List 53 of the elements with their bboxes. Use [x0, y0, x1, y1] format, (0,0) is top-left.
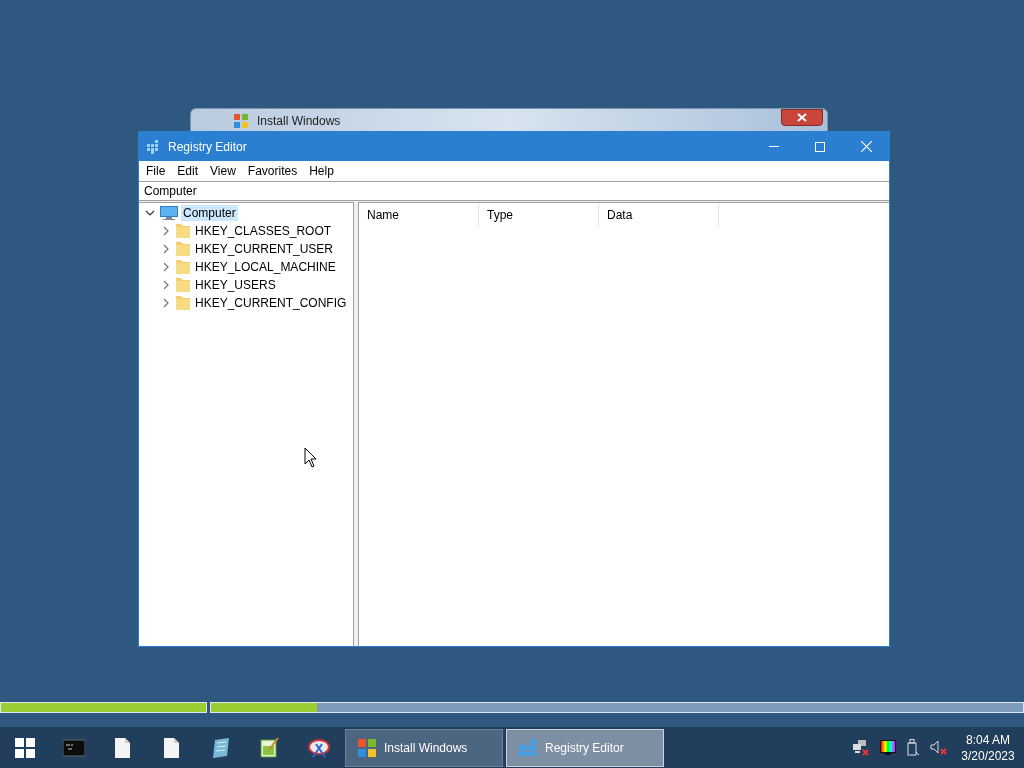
expand-chevron-icon[interactable] — [161, 298, 171, 308]
column-header[interactable]: Type — [479, 203, 599, 227]
clock-time[interactable]: 8:04 AM — [966, 731, 1010, 748]
windows-logo-icon — [233, 113, 249, 129]
expand-chevron-icon[interactable] — [161, 244, 171, 254]
menu-item[interactable]: Help — [303, 161, 340, 181]
menu-item[interactable]: Edit — [171, 161, 205, 181]
notepad-icon — [210, 737, 231, 758]
cursor-icon — [304, 447, 317, 468]
tree-item[interactable]: Computer — [181, 205, 238, 221]
tree-item[interactable]: HKEY_USERS — [193, 277, 278, 293]
close-icon — [797, 113, 807, 122]
minimize-icon — [769, 146, 779, 147]
folder-icon — [176, 241, 190, 257]
column-header[interactable]: Data — [599, 203, 719, 227]
registry-icon — [147, 139, 161, 154]
document-icon — [163, 737, 180, 758]
network-error-icon — [852, 739, 870, 756]
folder-icon — [176, 295, 190, 311]
folder-icon — [176, 259, 190, 275]
menu-item[interactable]: View — [204, 161, 242, 181]
document-icon — [114, 737, 131, 758]
address-field[interactable]: Computer — [139, 182, 197, 200]
muted-speaker-icon — [930, 740, 948, 755]
tree-item[interactable]: HKEY_CURRENT_USER — [193, 241, 336, 257]
column-header[interactable]: Name — [359, 203, 479, 227]
terminal-icon — [62, 737, 85, 758]
expand-chevron-icon[interactable] — [161, 280, 171, 290]
menu-item[interactable]: File — [140, 161, 172, 181]
windows-logo-icon — [14, 737, 35, 758]
taskbar-button[interactable]: Install Windows — [345, 728, 503, 767]
window-title: Install Windows — [257, 114, 341, 128]
close-icon — [860, 141, 872, 152]
folder-icon — [176, 277, 190, 293]
window-title: Registry Editor — [168, 138, 247, 156]
usb-drive-icon — [906, 739, 920, 756]
maximize-icon — [815, 141, 825, 152]
collapse-chevron-icon[interactable] — [145, 208, 155, 218]
windows-flag-icon — [358, 738, 376, 757]
clock-date[interactable]: 3/20/2023 — [961, 747, 1015, 764]
editor-icon — [259, 737, 280, 758]
registry-icon — [519, 738, 537, 757]
expand-chevron-icon[interactable] — [161, 226, 171, 236]
scissors-icon — [307, 737, 330, 758]
color-display-icon — [880, 740, 896, 755]
computer-icon — [160, 206, 178, 220]
expand-chevron-icon[interactable] — [161, 262, 171, 272]
tree-item[interactable]: HKEY_CLASSES_ROOT — [193, 223, 334, 239]
menu-item[interactable]: Favorites — [241, 161, 304, 181]
tree-item[interactable]: HKEY_LOCAL_MACHINE — [193, 259, 338, 275]
close-button[interactable] — [781, 109, 823, 126]
tree-item[interactable]: HKEY_CURRENT_CONFIG — [193, 295, 349, 311]
folder-icon — [176, 223, 190, 239]
